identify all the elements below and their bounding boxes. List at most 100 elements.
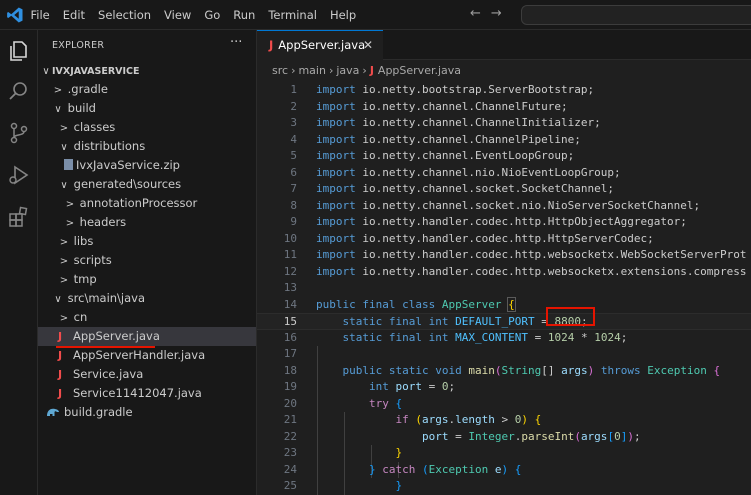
const-max-content: MAX_CONTENT	[455, 330, 528, 344]
tree-file-appserverhandler-java[interactable]: J AppServerHandler.java	[38, 346, 256, 365]
breadcrumb: src › main › java › J AppServer.java	[272, 64, 461, 77]
extensions-icon[interactable]	[6, 204, 32, 230]
tree-folder-annotationprocessor[interactable]: > annotationProcessor	[38, 194, 256, 213]
code-line: 1 import io.netty.bootstrap.ServerBootstr…	[257, 82, 751, 99]
tree-label: src\main\java	[67, 291, 146, 305]
tab-appserver-java[interactable]: J AppServer.java ✕	[257, 30, 383, 60]
line-number: 16	[283, 330, 297, 344]
more-actions-icon[interactable]: ···	[230, 35, 242, 50]
run-debug-icon[interactable]	[6, 162, 32, 188]
import-path: io.netty.channel.ChannelInitializer;	[362, 116, 601, 129]
tree-folder-tmp[interactable]: > tmp	[38, 270, 256, 289]
tree-folder-libs[interactable]: > libs	[38, 232, 256, 251]
source-control-icon[interactable]	[6, 120, 32, 146]
code-line-current: 15 static final int DEFAULT_PORT = 8800;	[257, 313, 751, 330]
import-path: io.netty.handler.codec.http.websocketx.e…	[362, 264, 747, 278]
tree-file-service-java[interactable]: J Service.java	[38, 365, 256, 384]
editor-area: J AppServer.java ✕ src › main › java › J AppServ…	[257, 30, 751, 495]
kw-public: public	[316, 297, 356, 311]
menu-help[interactable]: Help	[323, 0, 362, 30]
tree-folder-headers[interactable]: > headers	[38, 213, 256, 232]
tree-file-service11412047-java[interactable]: J Service11412047.java	[38, 384, 256, 403]
code-line: 7 import io.netty.channel.socket.SocketCh…	[257, 181, 751, 198]
forward-arrow-icon[interactable]: →	[491, 6, 512, 21]
chevron-down-icon: ∨	[54, 104, 62, 115]
kw-import: import	[316, 132, 356, 146]
line-number: 3	[290, 116, 297, 129]
command-center-search[interactable]	[521, 5, 751, 25]
menu-selection[interactable]: Selection	[92, 0, 158, 30]
gradle-elephant-icon	[47, 408, 59, 416]
java-file-icon: J	[58, 387, 63, 400]
tree-label: AppServerHandler.java	[73, 348, 206, 362]
tree-folder-gradle[interactable]: > .gradle	[38, 80, 256, 99]
explorer-sidebar: EXPLORER ··· ∨ IVXJAVASERVICE > .gradle ∨…	[38, 30, 257, 495]
code-line: 21 if (args.length > 0) {	[257, 412, 751, 429]
line-number: 17	[283, 347, 297, 360]
java-file-icon: J	[269, 38, 274, 52]
chevron-right-icon: >	[59, 313, 69, 324]
menu-view[interactable]: View	[158, 0, 198, 30]
code-line: 22 port = Integer.parseInt(args[0]);	[257, 429, 751, 446]
code-editor[interactable]: 1 import io.netty.bootstrap.ServerBootstr…	[257, 82, 751, 495]
tree-folder-generated-sources[interactable]: ∨ generated\sources	[38, 175, 256, 194]
explorer-title: EXPLORER	[52, 40, 105, 51]
class-name: AppServer	[441, 297, 502, 311]
tree-file-build-gradle[interactable]: build.gradle	[38, 403, 256, 422]
explorer-icon[interactable]	[6, 38, 32, 64]
tree-folder-classes[interactable]: > classes	[38, 118, 256, 137]
type-exception: Exception	[428, 462, 489, 476]
menu-file[interactable]: File	[24, 0, 56, 30]
type-exception: Exception	[647, 363, 707, 377]
zip-file-icon	[64, 159, 73, 170]
title-bar: File Edit Selection View Go Run Terminal…	[0, 0, 751, 30]
tree-root-ivxjavaservice[interactable]: ∨ IVXJAVASERVICE	[38, 61, 256, 80]
breadcrumb-file[interactable]: AppServer.java	[378, 64, 461, 77]
breadcrumb-src[interactable]: src	[272, 64, 288, 77]
tab-label: AppServer.java	[278, 38, 366, 52]
search-icon[interactable]	[6, 78, 32, 104]
activity-bar	[0, 30, 38, 495]
tree-label: IVXJAVASERVICE	[52, 66, 140, 77]
vscode-logo-icon	[7, 7, 23, 23]
tree-file-appserver-java[interactable]: J AppServer.java	[38, 327, 256, 348]
kw-import: import	[316, 165, 356, 179]
menu-run[interactable]: Run	[227, 0, 262, 30]
menu-go[interactable]: Go	[198, 0, 227, 30]
code-line: 16 static final int MAX_CONTENT = 1024 *…	[257, 330, 751, 347]
tree-folder-scripts[interactable]: > scripts	[38, 251, 256, 270]
tree-folder-src-main-java[interactable]: ∨ src\main\java	[38, 289, 256, 308]
line-number: 12	[283, 264, 297, 278]
java-file-icon: J	[58, 368, 63, 381]
close-icon[interactable]: ✕	[363, 31, 373, 59]
import-path: io.netty.handler.codec.http.HttpObjectAg…	[362, 215, 687, 228]
line-number: 23	[283, 446, 297, 459]
line-number: 20	[283, 396, 297, 410]
tree-folder-distributions[interactable]: ∨ distributions	[38, 137, 256, 156]
code-line: 9 import io.netty.handler.codec.http.Http…	[257, 214, 751, 231]
num-literal: 1024	[547, 330, 575, 344]
menu-edit[interactable]: Edit	[56, 0, 91, 30]
kw-int: int	[428, 315, 449, 328]
tree-label: scripts	[73, 253, 112, 267]
menu-terminal[interactable]: Terminal	[262, 0, 324, 30]
chevron-right-icon: >	[65, 199, 75, 210]
tree-folder-build[interactable]: ∨ build	[38, 99, 256, 118]
kw-import: import	[316, 149, 356, 162]
back-arrow-icon[interactable]: ←	[470, 6, 491, 21]
java-file-icon: J	[58, 330, 63, 343]
line-number: 21	[283, 413, 297, 426]
breadcrumb-java[interactable]: java	[336, 64, 359, 77]
line-number: 25	[283, 479, 297, 492]
kw-import: import	[316, 116, 356, 129]
tree-folder-cn[interactable]: > cn	[38, 308, 256, 327]
breadcrumb-main[interactable]: main	[298, 64, 325, 77]
tree-file-ivxjavaservice-zip[interactable]: IvxJavaService.zip	[38, 156, 256, 175]
chevron-right-icon: ›	[291, 64, 296, 77]
tree-label: cn	[73, 310, 88, 324]
line-number: 15	[283, 315, 297, 328]
field-length: length	[455, 413, 495, 426]
kw-import: import	[316, 215, 356, 228]
tree-label: annotationProcessor	[79, 196, 198, 210]
import-path: io.netty.channel.socket.SocketChannel;	[362, 182, 615, 195]
